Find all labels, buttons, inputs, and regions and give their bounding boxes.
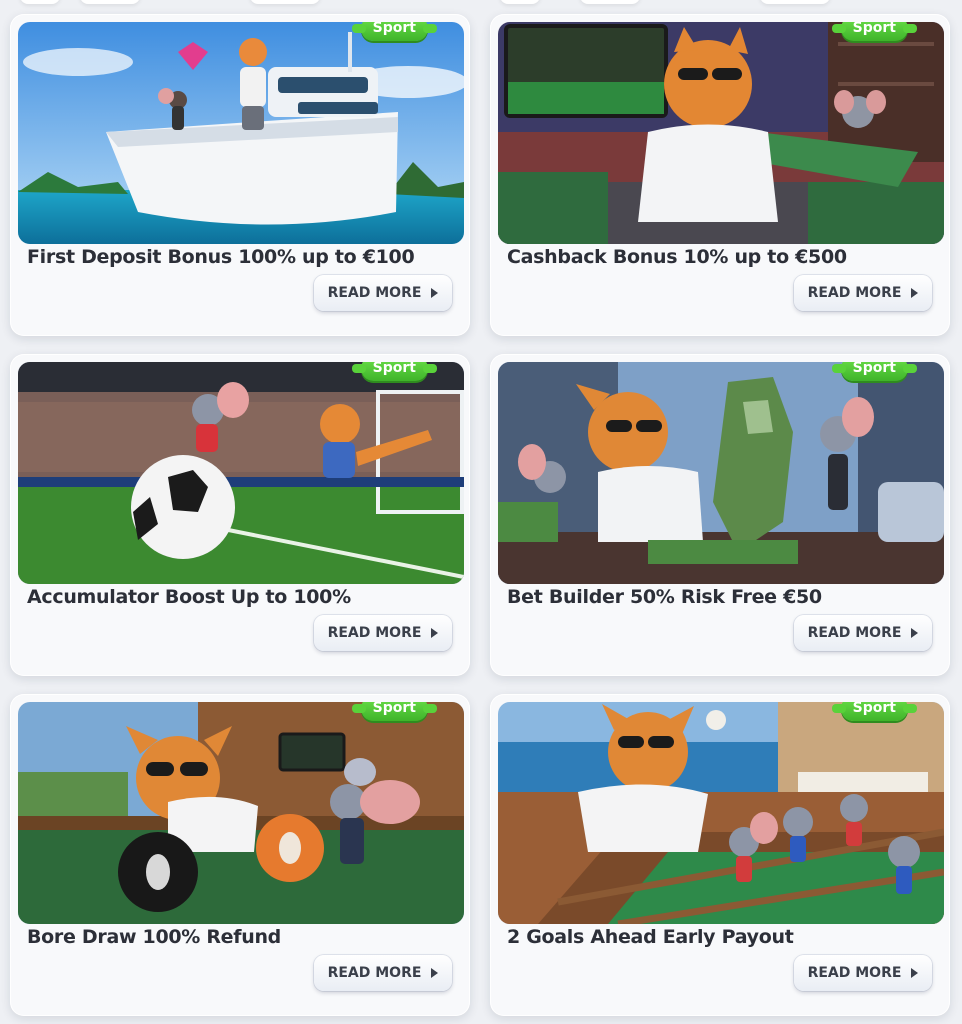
read-more-button[interactable]: READ MORE — [314, 275, 452, 311]
play-arrow-icon — [911, 288, 919, 298]
play-arrow-icon — [431, 288, 439, 298]
promo-card-bet-builder[interactable]: Sport Bet Builder 50% Risk Free €50 READ… — [490, 354, 950, 676]
promo-title: First Deposit Bonus 100% up to €100 — [27, 246, 415, 268]
promo-card-2-goals-ahead[interactable]: Sport 2 Goals Ahead Early Payout READ MO… — [490, 694, 950, 1016]
promo-card-accumulator[interactable]: Sport Accumulator Boost Up to 100% READ … — [10, 354, 470, 676]
read-more-button[interactable]: READ MORE — [314, 955, 452, 991]
read-more-button[interactable]: READ MORE — [794, 955, 932, 991]
money-sculpture-illustration — [498, 362, 944, 584]
sport-tag: Sport — [351, 22, 438, 41]
read-more-button[interactable]: READ MORE — [794, 275, 932, 311]
promo-title: Bet Builder 50% Risk Free €50 — [507, 586, 822, 608]
promo-title: 2 Goals Ahead Early Payout — [507, 926, 794, 948]
read-more-label: READ MORE — [327, 965, 422, 981]
sport-tag: Sport — [831, 362, 918, 381]
play-arrow-icon — [431, 968, 439, 978]
sport-tag: Sport — [831, 22, 918, 41]
promo-title: Accumulator Boost Up to 100% — [27, 586, 351, 608]
read-more-label: READ MORE — [327, 285, 422, 301]
read-more-label: READ MORE — [807, 965, 902, 981]
sport-tag: Sport — [351, 702, 438, 721]
promo-image-foosball: Sport — [498, 702, 944, 924]
play-arrow-icon — [911, 628, 919, 638]
read-more-button[interactable]: READ MORE — [314, 615, 452, 651]
cat-money-illustration — [498, 22, 944, 244]
read-more-label: READ MORE — [807, 285, 902, 301]
promo-title: Bore Draw 100% Refund — [27, 926, 281, 948]
billiards-illustration — [18, 702, 464, 924]
football-stadium-illustration — [18, 362, 464, 584]
promo-image-yacht: Sport — [18, 22, 464, 244]
promo-card-first-deposit[interactable]: Sport First Deposit Bonus 100% up to €10… — [10, 14, 470, 336]
play-arrow-icon — [431, 628, 439, 638]
read-more-button[interactable]: READ MORE — [794, 615, 932, 651]
promotions-grid: Sport First Deposit Bonus 100% up to €10… — [0, 0, 962, 1024]
yacht-illustration — [18, 22, 464, 244]
read-more-label: READ MORE — [807, 625, 902, 641]
sport-tag: Sport — [831, 702, 918, 721]
promo-image-billiards: Sport — [18, 702, 464, 924]
read-more-label: READ MORE — [327, 625, 422, 641]
sport-tag: Sport — [351, 362, 438, 381]
promo-card-bore-draw[interactable]: Sport Bore Draw 100% Refund READ MORE — [10, 694, 470, 1016]
promo-image-money: Sport — [498, 22, 944, 244]
promo-image-football: Sport — [18, 362, 464, 584]
play-arrow-icon — [911, 968, 919, 978]
promo-title: Cashback Bonus 10% up to €500 — [507, 246, 847, 268]
foosball-illustration — [498, 702, 944, 924]
promo-card-cashback[interactable]: Sport Cashback Bonus 10% up to €500 READ… — [490, 14, 950, 336]
promo-image-money-sculpture: Sport — [498, 362, 944, 584]
